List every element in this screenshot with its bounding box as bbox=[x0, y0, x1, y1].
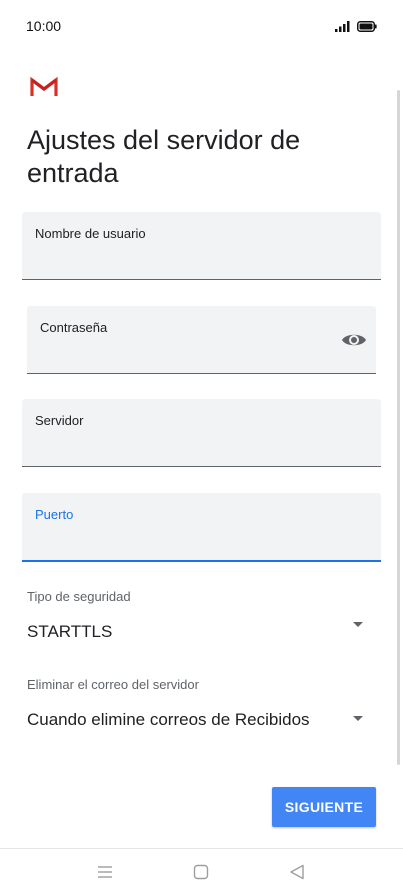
port-label: Puerto bbox=[35, 507, 74, 522]
screen: 10:00 Ajustes del servidor de entrada No… bbox=[0, 0, 403, 896]
navigation-bar bbox=[0, 848, 403, 896]
gmail-logo-icon bbox=[30, 76, 58, 96]
username-input[interactable] bbox=[35, 248, 341, 265]
password-field[interactable]: Contraseña bbox=[27, 306, 376, 374]
delete-mail-value: Cuando elimine correos de Recibidos bbox=[27, 710, 310, 729]
battery-icon bbox=[357, 20, 377, 32]
page-title: Ajustes del servidor de entrada bbox=[27, 125, 301, 188]
home-icon[interactable] bbox=[192, 863, 210, 881]
signal-icon bbox=[335, 21, 350, 32]
password-label: Contraseña bbox=[40, 320, 108, 335]
security-type-value: STARTTLS bbox=[27, 622, 113, 641]
menu-icon[interactable] bbox=[96, 863, 114, 881]
eye-icon[interactable] bbox=[341, 330, 367, 350]
status-icons bbox=[335, 20, 377, 32]
password-input[interactable] bbox=[40, 342, 336, 359]
chevron-down-icon bbox=[353, 716, 363, 721]
security-type-label: Tipo de seguridad bbox=[27, 589, 131, 604]
port-input[interactable] bbox=[35, 529, 341, 546]
scroll-indicator[interactable] bbox=[397, 90, 400, 765]
security-type-select[interactable]: STARTTLS bbox=[22, 612, 377, 648]
server-label: Servidor bbox=[35, 413, 84, 428]
next-button[interactable]: SIGUIENTE bbox=[272, 787, 376, 827]
status-time: 10:00 bbox=[26, 18, 62, 34]
back-icon[interactable] bbox=[288, 863, 306, 881]
status-bar: 10:00 bbox=[0, 0, 403, 52]
username-label: Nombre de usuario bbox=[35, 226, 146, 241]
port-field[interactable]: Puerto bbox=[22, 493, 381, 562]
server-input[interactable] bbox=[35, 435, 341, 452]
chevron-down-icon bbox=[353, 622, 363, 627]
delete-mail-select[interactable]: Cuando elimine correos de Recibidos bbox=[22, 700, 377, 736]
server-field[interactable]: Servidor bbox=[22, 399, 381, 467]
delete-mail-label: Eliminar el correo del servidor bbox=[27, 677, 199, 692]
username-field[interactable]: Nombre de usuario bbox=[22, 212, 381, 280]
